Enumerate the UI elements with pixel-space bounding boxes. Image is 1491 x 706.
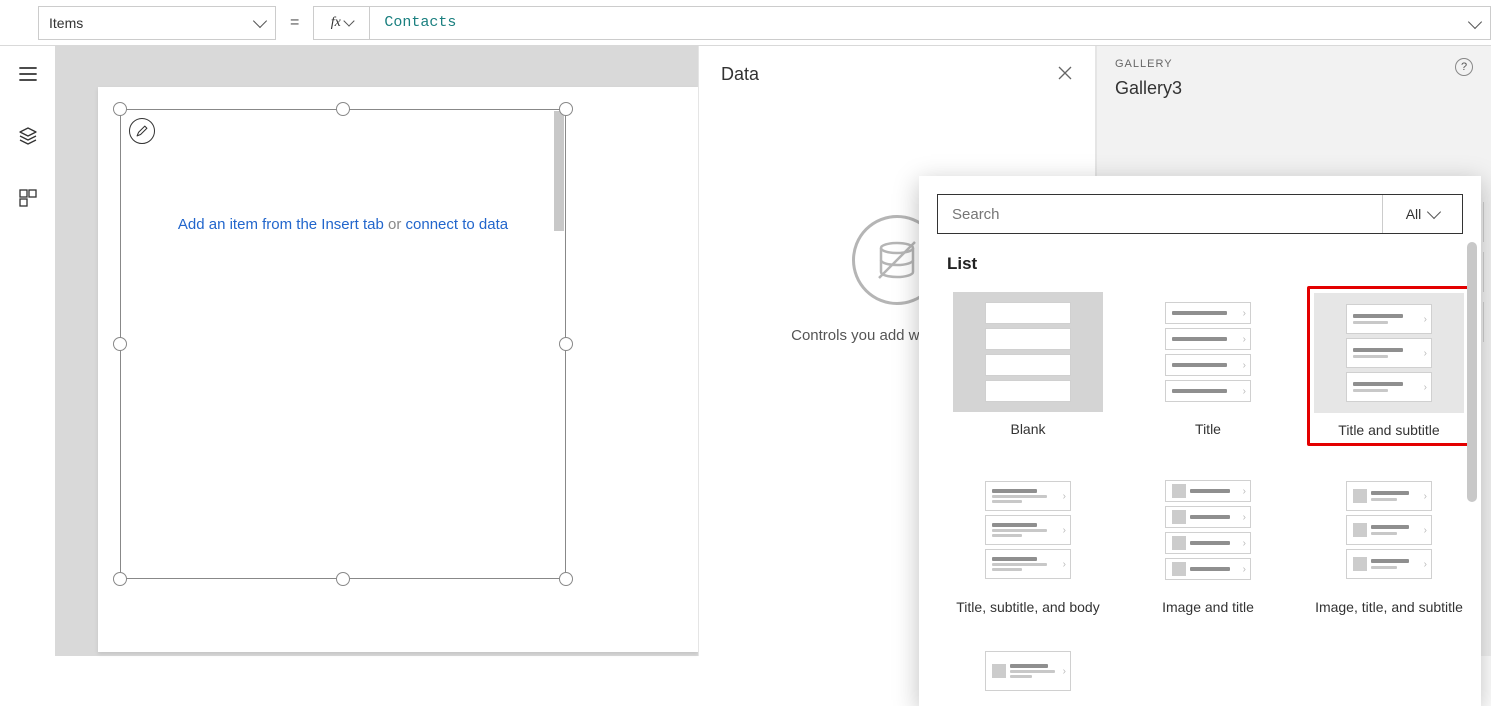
hamburger-icon[interactable] [18,64,38,84]
gallery-control[interactable]: Add an item from the Insert tab or conne… [120,109,566,579]
layout-option-label: Blank [1010,420,1045,438]
resize-handle[interactable] [559,337,573,351]
panel-tab[interactable] [1483,302,1491,342]
chevron-down-icon [253,13,267,27]
layout-section-title: List [947,254,1453,274]
layout-option-title[interactable]: › › › › Title [1127,286,1289,446]
property-selector[interactable]: Items [38,6,276,40]
resize-handle[interactable] [336,572,350,586]
panel-control-name: Gallery3 [1115,78,1182,99]
fx-button[interactable]: fx [313,6,369,40]
chevron-down-icon [343,15,354,26]
image-icon [1353,489,1367,503]
layout-option-label: Image, title, and subtitle [1315,598,1463,616]
left-rail [0,46,56,656]
connect-to-data-link[interactable]: connect to data [406,216,509,233]
edit-pencil-button[interactable] [129,118,155,144]
image-icon [1172,536,1186,550]
layout-option-label: Title and subtitle [1338,421,1439,439]
layout-scrollbar[interactable] [1467,242,1477,502]
property-selector-label: Items [49,15,83,31]
resize-handle[interactable] [113,102,127,116]
layout-option-label: Title [1195,420,1221,438]
layout-filter-dropdown[interactable]: All [1382,195,1462,233]
layout-option-partial[interactable]: › [947,640,1109,702]
fx-label: fx [331,15,341,31]
pencil-icon [135,124,149,138]
layers-icon[interactable] [18,126,38,146]
layout-option-label: Image and title [1162,598,1254,616]
chevron-down-icon [1468,14,1482,28]
panel-tab[interactable] [1483,252,1491,292]
image-icon [1353,523,1367,537]
layout-option-title-subtitle[interactable]: › › › Title and subtitle [1307,286,1471,446]
formula-input[interactable]: Contacts [369,6,1491,40]
layout-picker-popup: All List Blank › › › › Title [919,176,1481,706]
formula-expand-button[interactable] [1470,15,1480,32]
layout-option-label: Title, subtitle, and body [956,598,1099,616]
close-button[interactable] [1057,65,1073,84]
formula-bar: Items = fx Contacts [0,0,1491,46]
image-icon [992,664,1006,678]
image-icon [1172,484,1186,498]
placeholder-text-pre: Add an item from the Insert tab [178,216,384,233]
resize-handle[interactable] [113,337,127,351]
panel-category-label: GALLERY [1115,58,1182,70]
layout-option-image-title-subtitle[interactable]: › › › Image, title, and subtitle [1307,464,1471,622]
resize-handle[interactable] [113,572,127,586]
placeholder-text-or: or [384,216,406,233]
panel-tab[interactable] [1483,202,1491,242]
formula-value: Contacts [384,14,456,31]
canvas[interactable]: Add an item from the Insert tab or conne… [98,87,698,652]
layout-option-title-subtitle-body[interactable]: › › › Title, subtitle, and body [947,464,1109,622]
layout-filter-label: All [1406,206,1422,222]
image-icon [1172,510,1186,524]
resize-handle[interactable] [336,102,350,116]
layout-option-blank[interactable]: Blank [947,286,1109,446]
apps-icon[interactable] [18,188,38,208]
close-icon [1057,65,1073,81]
equals-label: = [276,14,313,32]
chevron-down-icon [1427,205,1441,219]
help-button[interactable]: ? [1455,58,1473,76]
layout-search-row: All [937,194,1463,234]
layout-search-input[interactable] [938,195,1382,233]
image-icon [1172,562,1186,576]
gallery-placeholder: Add an item from the Insert tab or conne… [121,216,565,233]
image-icon [1353,557,1367,571]
gallery-scrollbar[interactable] [554,111,564,231]
layout-option-image-title[interactable]: › › › › Image and title [1127,464,1289,622]
resize-handle[interactable] [559,102,573,116]
data-panel-title: Data [721,64,759,85]
resize-handle[interactable] [559,572,573,586]
